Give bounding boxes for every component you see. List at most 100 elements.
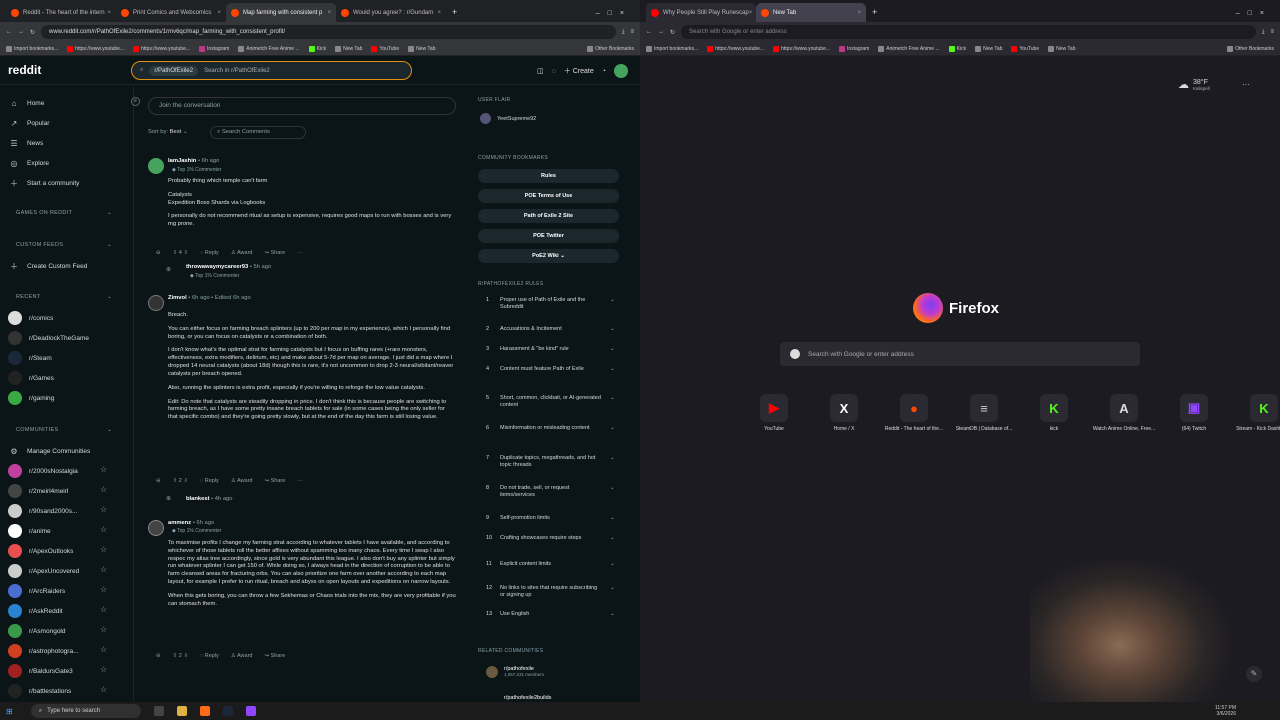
other-bookmarks[interactable]: Other Bookmarks bbox=[587, 45, 634, 52]
share-button[interactable]: ↪ Share bbox=[264, 478, 285, 484]
rule-item[interactable]: 9 Self-promotion limits ⌄ bbox=[486, 515, 616, 522]
related-community[interactable]: r/pathofexile2builds bbox=[504, 695, 551, 701]
sidebar-item-recent[interactable]: r/Steam bbox=[8, 351, 52, 365]
sidebar-item-home[interactable]: ⌂ Home bbox=[8, 97, 45, 109]
award-button[interactable]: ♙ Award bbox=[231, 478, 253, 484]
avatar[interactable] bbox=[148, 158, 164, 174]
bookmark[interactable]: https://www.youtube... bbox=[707, 45, 764, 52]
rule-item[interactable]: 11 Explicit content limits ⌄ bbox=[486, 561, 616, 568]
weather-widget[interactable]: ☁ 38°F Kalispell bbox=[1178, 78, 1210, 92]
favorite-star-icon[interactable]: ☆ bbox=[100, 585, 107, 594]
bookmark[interactable]: Kick bbox=[308, 45, 326, 52]
download-icon[interactable]: ⤓ bbox=[622, 29, 625, 36]
award-button[interactable]: ♙ Award bbox=[231, 653, 253, 659]
favorite-star-icon[interactable]: ☆ bbox=[100, 625, 107, 634]
sidebar-item-recent[interactable]: r/DeadlockTheGame bbox=[8, 331, 89, 345]
top-site-tile[interactable]: Kkick bbox=[1019, 394, 1089, 432]
close-icon[interactable]: × bbox=[327, 10, 331, 16]
share-button[interactable]: ↪ Share bbox=[264, 653, 285, 659]
collapse-icon[interactable]: ⊖ bbox=[156, 653, 161, 659]
favorite-star-icon[interactable]: ☆ bbox=[100, 605, 107, 614]
bookmark[interactable]: Animetch Free Anime ... bbox=[878, 45, 940, 52]
manage-communities[interactable]: ⚙ Manage Communities bbox=[8, 445, 90, 457]
rule-item[interactable]: 6 Misinformation or misleading content ⌄ bbox=[486, 425, 616, 432]
menu-icon[interactable]: ≡ bbox=[630, 29, 634, 35]
bookmark[interactable]: New Tab bbox=[975, 45, 1002, 52]
reload-icon[interactable]: ↻ bbox=[670, 29, 675, 36]
tab-3-active[interactable]: Map farming with consistent p × bbox=[226, 3, 336, 22]
bookmark[interactable]: New Tab bbox=[335, 45, 362, 52]
award-button[interactable]: ♙ Award bbox=[231, 250, 253, 256]
sidebar-item-community[interactable]: r/ApexOutlooks bbox=[8, 544, 73, 558]
bookmark[interactable]: https://www.youtube... bbox=[773, 45, 830, 52]
bookmark-rules-button[interactable]: Rules bbox=[478, 169, 619, 183]
download-icon[interactable]: ⤓ bbox=[1262, 29, 1265, 36]
top-site-tile[interactable]: A Watch Anime Online, Free... bbox=[1089, 394, 1159, 432]
collapse-icon[interactable]: ⊖ bbox=[156, 250, 161, 256]
favorite-star-icon[interactable]: ☆ bbox=[100, 685, 107, 694]
top-site-tile[interactable]: KStream - Kick Dashboard bbox=[1229, 394, 1280, 432]
collapse-icon[interactable]: ⊖ bbox=[156, 478, 161, 484]
rule-item[interactable]: 8 Do not trade, sell, or request items/se… bbox=[486, 485, 616, 500]
recent-header[interactable]: RECENT ⌄ bbox=[16, 294, 112, 300]
notification-icon[interactable]: ◔ bbox=[602, 68, 606, 75]
bookmark-wiki-button[interactable]: PoE2 Wiki ⌄ bbox=[478, 249, 619, 263]
top-site-tile[interactable]: ● Reddit - The heart of the... bbox=[879, 394, 949, 432]
rule-item[interactable]: 10 Crafting showcases require steps ⌄ bbox=[486, 535, 616, 542]
address-bar[interactable]: Search with Google or enter address bbox=[681, 25, 1256, 39]
sidebar-item-community[interactable]: r/2meirl4meirl bbox=[8, 484, 68, 498]
reload-icon[interactable]: ↻ bbox=[30, 29, 35, 36]
sidebar-item-recent[interactable]: r/gaming bbox=[8, 391, 54, 405]
search-input[interactable]: Search with Google or enter address bbox=[780, 342, 1140, 366]
favorite-star-icon[interactable]: ☆ bbox=[100, 505, 107, 514]
bookmark-terms-button[interactable]: POE Terms of Use bbox=[478, 189, 619, 203]
bookmark[interactable]: YouTube bbox=[371, 45, 399, 52]
favorite-star-icon[interactable]: ☆ bbox=[100, 665, 107, 674]
rule-item[interactable]: 3 Harassment & "be kind" rule ⌄ bbox=[486, 346, 616, 353]
more-icon[interactable]: ··· bbox=[1242, 80, 1250, 89]
tab-2[interactable]: Print Comics and Webcomics × bbox=[116, 3, 226, 22]
vote-buttons[interactable]: ⇧ 4 ⇩ bbox=[173, 250, 188, 256]
sidebar-item-community[interactable]: r/AskReddit bbox=[8, 604, 63, 618]
back-icon[interactable]: ← bbox=[6, 29, 12, 35]
close-icon[interactable]: × bbox=[107, 10, 111, 16]
user-flair[interactable]: YeetSupreme92 bbox=[480, 113, 536, 124]
more-icon[interactable]: ··· bbox=[297, 250, 303, 256]
bookmark[interactable]: YouTube bbox=[1011, 45, 1039, 52]
sidebar-item-community[interactable]: r/2000sNostalgia bbox=[8, 464, 78, 478]
custom-feeds-header[interactable]: CUSTOM FEEDS ⌄ bbox=[16, 242, 112, 248]
reply-button[interactable]: ◌ Reply bbox=[200, 478, 219, 484]
sidebar-item-community[interactable]: r/battlestations bbox=[8, 684, 71, 698]
window-controls[interactable]: –□× bbox=[1236, 10, 1272, 17]
collapse-sidebar-icon[interactable]: ≡ bbox=[131, 97, 140, 106]
bookmark[interactable]: Import bookmarks... bbox=[6, 45, 58, 52]
favorite-star-icon[interactable]: ☆ bbox=[100, 485, 107, 494]
sidebar-item-community[interactable]: r/anime bbox=[8, 524, 51, 538]
menu-icon[interactable]: ≡ bbox=[1270, 29, 1274, 35]
community-chip[interactable]: r/PathOfExile2 bbox=[149, 65, 199, 76]
vote-buttons[interactable]: ⇧ 2 ⇩ bbox=[173, 478, 188, 484]
sidebar-item-popular[interactable]: ↗ Popular bbox=[8, 117, 50, 129]
sidebar-item-news[interactable]: ☰ News bbox=[8, 137, 43, 149]
vote-buttons[interactable]: ⇧ 2 ⇩ bbox=[173, 653, 188, 659]
reply-button[interactable]: ◌ Reply bbox=[200, 250, 219, 256]
clock[interactable]: 11:57 PM 3/6/2026 bbox=[1215, 705, 1236, 718]
bookmark[interactable]: Animetch Free Anime ... bbox=[238, 45, 300, 52]
bookmark[interactable]: New Tab bbox=[408, 45, 435, 52]
sort-dropdown[interactable]: Sort by: Best ⌄ bbox=[148, 129, 188, 135]
bookmark[interactable]: https://www.youtube... bbox=[133, 45, 190, 52]
sidebar-item-explore[interactable]: ◎ Explore bbox=[8, 157, 50, 169]
avatar[interactable] bbox=[614, 64, 628, 78]
firefox-taskbar-icon[interactable] bbox=[199, 706, 210, 716]
steam-taskbar-icon[interactable] bbox=[222, 706, 233, 716]
favorite-star-icon[interactable]: ☆ bbox=[100, 565, 107, 574]
sidebar-item-community[interactable]: r/Asmongold bbox=[8, 624, 66, 638]
forward-icon[interactable]: → bbox=[18, 29, 24, 35]
games-section-header[interactable]: GAMES ON REDDIT ⌄ bbox=[16, 210, 112, 216]
sidebar-item-recent[interactable]: r/Games bbox=[8, 371, 54, 385]
rule-item[interactable]: 13 Use English ⌄ bbox=[486, 611, 616, 618]
favorite-star-icon[interactable]: ☆ bbox=[100, 545, 107, 554]
chat-icon[interactable]: ◌ bbox=[552, 68, 556, 75]
close-icon[interactable]: × bbox=[437, 10, 441, 16]
bookmark[interactable]: Instagram bbox=[839, 45, 869, 52]
